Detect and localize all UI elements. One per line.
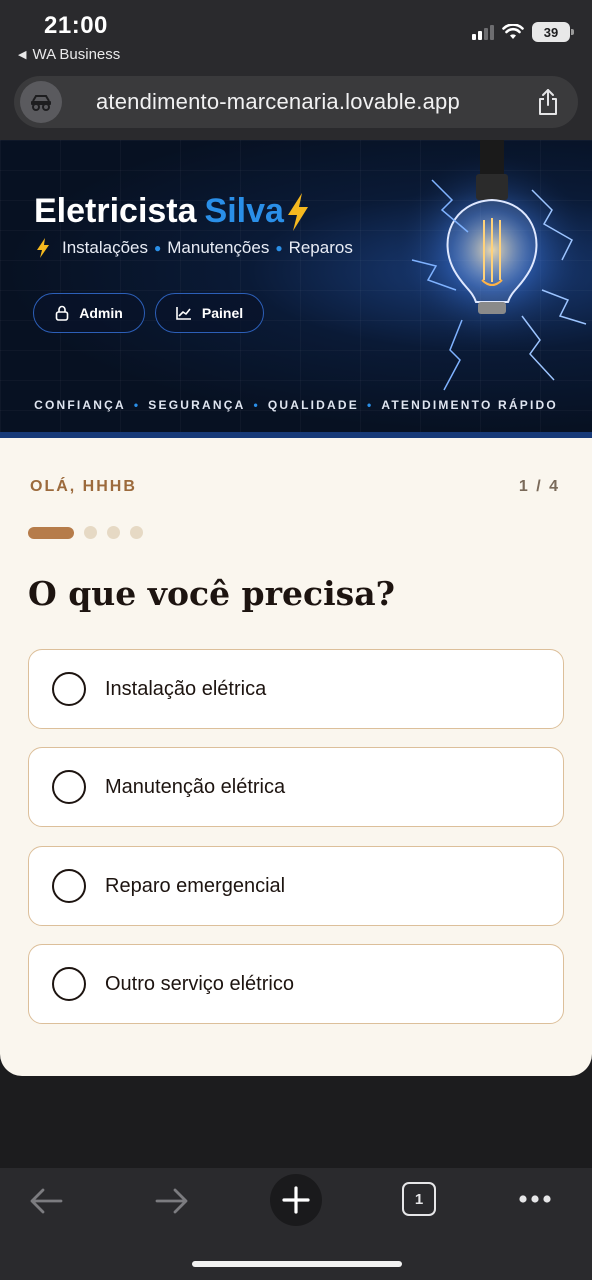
services-subtitle: Instalações ● Manutenções ● Reparos	[36, 238, 353, 258]
admin-label: Admin	[79, 305, 123, 321]
option-label: Outro serviço elétrico	[105, 972, 294, 995]
site-settings-icon[interactable]	[20, 81, 62, 123]
radio-circle[interactable]	[52, 770, 86, 804]
option-label: Reparo emergencial	[105, 874, 286, 897]
painel-label: Painel	[201, 305, 244, 321]
radio-circle[interactable]	[52, 869, 86, 903]
title-main: Eletricista	[34, 192, 197, 230]
option-outro[interactable]: Outro serviço elétrico	[28, 944, 564, 1024]
progress-step	[130, 526, 143, 539]
option-manutencao[interactable]: Manutenção elétrica	[28, 747, 564, 827]
form-card: OLÁ, HHHB 1 / 4 O que você precisa? Inst…	[0, 438, 592, 1076]
status-icons: 39	[472, 22, 574, 42]
tagline: CONFIANÇA • SEGURANÇA • QUALIDADE • ATENDIMENT…	[0, 398, 592, 412]
status-bar: 21:00 ◀ WA Business 39	[0, 0, 592, 70]
option-instalacao[interactable]: Instalação elétrica	[28, 649, 564, 729]
step-counter: 1 / 4	[518, 478, 560, 495]
separator-dot: •	[253, 398, 260, 412]
progress-step-active	[28, 526, 74, 539]
battery-indicator: 39	[532, 22, 574, 42]
chart-icon	[176, 307, 191, 320]
cellular-signal-icon	[472, 24, 494, 40]
progress-dots	[28, 526, 143, 539]
separator-dot: •	[366, 398, 374, 412]
separator-dot: •	[133, 398, 141, 412]
option-label: Manutenção elétrica	[105, 775, 286, 798]
tabs-icon[interactable]: 1	[402, 1182, 436, 1216]
tagline-item: SEGURANÇA	[148, 398, 246, 412]
url-text[interactable]: atendimento-marcenaria.lovable.app	[96, 89, 460, 115]
browser-toolbar: 1	[0, 1168, 592, 1280]
progress-step	[107, 526, 120, 539]
more-icon[interactable]	[518, 1194, 552, 1204]
back-app-label: WA Business	[32, 46, 121, 63]
back-to-app-link[interactable]: ◀ WA Business	[18, 46, 120, 63]
tagline-item: QUALIDADE	[267, 398, 359, 412]
admin-button[interactable]: Admin	[33, 293, 145, 333]
bolt-icon	[287, 192, 308, 231]
lock-icon	[55, 305, 69, 321]
painel-button[interactable]: Painel	[155, 293, 264, 333]
plus-icon	[282, 1186, 310, 1214]
radio-circle[interactable]	[52, 967, 86, 1001]
radio-circle[interactable]	[52, 672, 86, 706]
status-time: 21:00	[44, 12, 108, 39]
title-accent: Silva	[204, 192, 284, 230]
option-reparo[interactable]: Reparo emergencial	[28, 846, 564, 926]
bolt-icon	[37, 238, 49, 258]
hero-banner: Eletricista Silva Instalações ● Manutenç…	[0, 140, 592, 438]
option-label: Instalação elétrica	[105, 677, 267, 700]
browser-address-area: atendimento-marcenaria.lovable.app	[0, 70, 592, 140]
greeting: OLÁ, HHHB	[30, 478, 137, 495]
back-triangle-icon: ◀	[18, 49, 27, 61]
question-heading: O que você precisa?	[28, 574, 395, 613]
progress-step	[84, 526, 97, 539]
page-title: Eletricista Silva	[34, 192, 310, 231]
tagline-item: ATENDIMENTO RÁPIDO	[381, 398, 558, 412]
service-item: Instalações	[62, 238, 148, 257]
separator-dot: ●	[275, 241, 283, 255]
share-icon[interactable]	[536, 88, 560, 116]
new-tab-button[interactable]	[270, 1174, 322, 1226]
address-bar[interactable]: atendimento-marcenaria.lovable.app	[14, 76, 578, 128]
home-indicator	[192, 1261, 402, 1267]
tagline-item: CONFIANÇA	[34, 398, 126, 412]
lightbulb-lightning-illustration	[392, 140, 592, 391]
back-arrow-icon[interactable]	[28, 1186, 64, 1216]
separator-dot: ●	[154, 241, 162, 255]
forward-arrow-icon[interactable]	[154, 1186, 190, 1216]
service-item: Reparos	[288, 238, 353, 257]
service-item: Manutenções	[167, 238, 270, 257]
wifi-icon	[502, 24, 524, 39]
